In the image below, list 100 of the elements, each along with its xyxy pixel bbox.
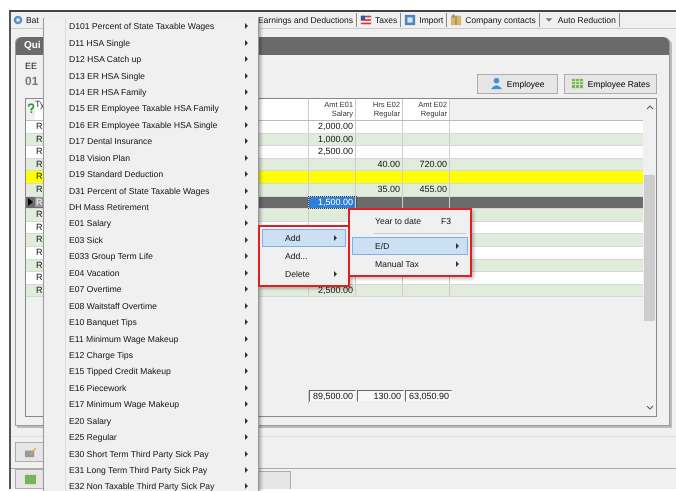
submenu-arrow-icon — [245, 88, 248, 95]
menu-item[interactable]: D14 ER HSA Family — [44, 84, 258, 100]
toolbar-tab[interactable]: Earnings and Deductions — [258, 14, 353, 25]
menu-item[interactable]: E033 Group Term Life — [44, 248, 258, 265]
menu-item[interactable]: E08 Waitstaff Overtime — [44, 297, 258, 314]
table-cell: 1,500.00 — [309, 196, 356, 208]
import-icon — [404, 14, 416, 26]
menu-item[interactable]: E15 Tipped Credit Makeup — [44, 363, 258, 380]
table-cell: R — [35, 158, 42, 169]
submenu-arrow-icon — [245, 236, 248, 243]
menu-item[interactable]: E03 Sick — [44, 232, 258, 248]
table-cell: R — [35, 272, 42, 282]
scroll-down-icon[interactable] — [644, 404, 654, 412]
submenu-arrow-icon — [245, 220, 248, 226]
submenu-arrow-icon — [245, 302, 248, 309]
submenu-arrow-icon — [245, 253, 248, 260]
submenu-arrow-icon — [245, 384, 248, 391]
table-cell: 455.00 — [403, 184, 450, 196]
submenu-arrow-icon — [245, 401, 248, 408]
menu-item[interactable]: E10 Banquet Tips — [44, 314, 258, 330]
help-icon[interactable] — [26, 103, 34, 116]
submenu-arrow-icon — [456, 243, 459, 249]
menu-item[interactable]: E30 Short Term Third Party Sick Pay — [44, 445, 258, 462]
table-cell: R — [35, 209, 42, 220]
menu-item[interactable]: D11 HSA Single — [44, 34, 258, 51]
submenu-arrow-icon — [245, 352, 248, 358]
table-cell: R — [35, 134, 42, 144]
menu-item[interactable]: E31 Long Term Third Party Sick Pay — [44, 462, 258, 478]
grid-button[interactable] — [15, 469, 45, 489]
submenu-arrow-icon — [245, 40, 248, 46]
menu-item[interactable]: E01 Salary — [44, 215, 258, 232]
submenu-arrow-icon — [245, 122, 248, 128]
submenu-arrow-icon — [245, 434, 248, 440]
table-cell: 2,500.00 — [309, 146, 356, 158]
table-cell: 1,000.00 — [309, 134, 356, 146]
submenu-arrow-icon — [245, 286, 248, 292]
pencil-icon — [24, 446, 36, 459]
table-cell: R — [35, 246, 42, 257]
submenu-arrow-icon — [245, 154, 248, 161]
toolbar-button[interactable]: Employee — [476, 74, 558, 94]
menu-item[interactable]: Year to date F3 — [352, 212, 468, 230]
panel-title: Qui — [24, 40, 41, 52]
table-cell: R — [35, 222, 42, 232]
total-value: 63,050.90 — [405, 390, 452, 402]
menu-item[interactable]: E17 Minimum Wage Makeup — [44, 396, 258, 412]
menu-item[interactable]: E32 Non Taxable Third Party Sick Pay — [44, 478, 258, 491]
submenu-arrow-icon — [245, 483, 248, 490]
menu-item[interactable]: E25 Regular — [44, 428, 258, 446]
scroll-up-icon[interactable] — [644, 102, 654, 111]
edit-button[interactable] — [15, 442, 45, 462]
table-cell: R — [35, 234, 42, 244]
submenu-arrow-icon — [334, 271, 337, 277]
menu-item[interactable]: E16 Piecework — [44, 380, 258, 396]
flag-icon — [360, 14, 372, 26]
table-cell: 720.00 — [403, 158, 450, 170]
toolbar-tab[interactable]: Auto Reduction — [558, 14, 616, 25]
toolbar-tab[interactable]: Company contacts — [465, 14, 536, 25]
submenu-arrow-icon — [245, 336, 248, 342]
batch-icon — [12, 14, 24, 26]
submenu-arrow-icon — [334, 235, 337, 241]
menu-item[interactable]: E12 Charge Tips — [44, 346, 258, 364]
menu-item[interactable]: Add... — [262, 247, 346, 265]
grid-icon — [24, 472, 36, 486]
menu-item[interactable]: E20 Salary — [44, 412, 258, 429]
person-icon — [490, 77, 503, 90]
table-cell: R — [35, 120, 42, 131]
menu-item[interactable]: D13 ER HSA Single — [44, 67, 258, 84]
toolbar-tab[interactable]: Taxes — [374, 14, 398, 25]
submenu-arrow-icon — [245, 270, 248, 276]
submenu-arrow-icon — [456, 261, 459, 267]
book-icon — [450, 14, 462, 26]
table-cell: R — [35, 184, 42, 194]
grid-icon — [570, 77, 584, 90]
toolbar-tab[interactable]: Import — [419, 14, 444, 25]
toolbar-button[interactable]: Employee Rates — [564, 74, 657, 94]
employee-label: EE — [25, 60, 38, 71]
scroll-thumb[interactable] — [644, 174, 655, 321]
menu-item[interactable]: E/D — [352, 237, 468, 255]
submenu-arrow-icon — [245, 450, 248, 457]
table-cell: R — [35, 171, 42, 182]
menu-item[interactable]: E11 Minimum Wage Makeup — [44, 330, 258, 347]
table-cell: 35.00 — [356, 184, 403, 196]
menu-item[interactable]: E04 Vacation — [44, 264, 258, 281]
submenu-arrow-icon — [245, 105, 248, 112]
total-value: 89,500.00 — [309, 390, 356, 402]
menu-item[interactable]: D101 Percent of State Taxable Wages — [44, 18, 258, 34]
employee-number: 01 — [25, 74, 38, 88]
menu-item[interactable]: Manual Tax — [352, 255, 468, 273]
menu-item[interactable]: Delete — [262, 265, 346, 283]
submenu-arrow-icon — [245, 204, 248, 210]
menu-item[interactable]: D15 ER Employee Taxable HSA Family — [44, 100, 258, 117]
submenu-arrow-icon — [245, 56, 248, 62]
toolbar-tab[interactable]: Bat — [26, 14, 39, 25]
table-cell: R — [35, 146, 42, 156]
menu-item[interactable]: D31 Percent of State Taxable Wages — [44, 182, 258, 199]
menu-item[interactable]: D12 HSA Catch up — [44, 50, 258, 68]
submenu-arrow-icon — [245, 368, 248, 374]
table-cell: 40.00 — [356, 158, 403, 170]
menu-item[interactable]: Add — [262, 229, 346, 247]
submenu-arrow-icon — [245, 138, 248, 144]
